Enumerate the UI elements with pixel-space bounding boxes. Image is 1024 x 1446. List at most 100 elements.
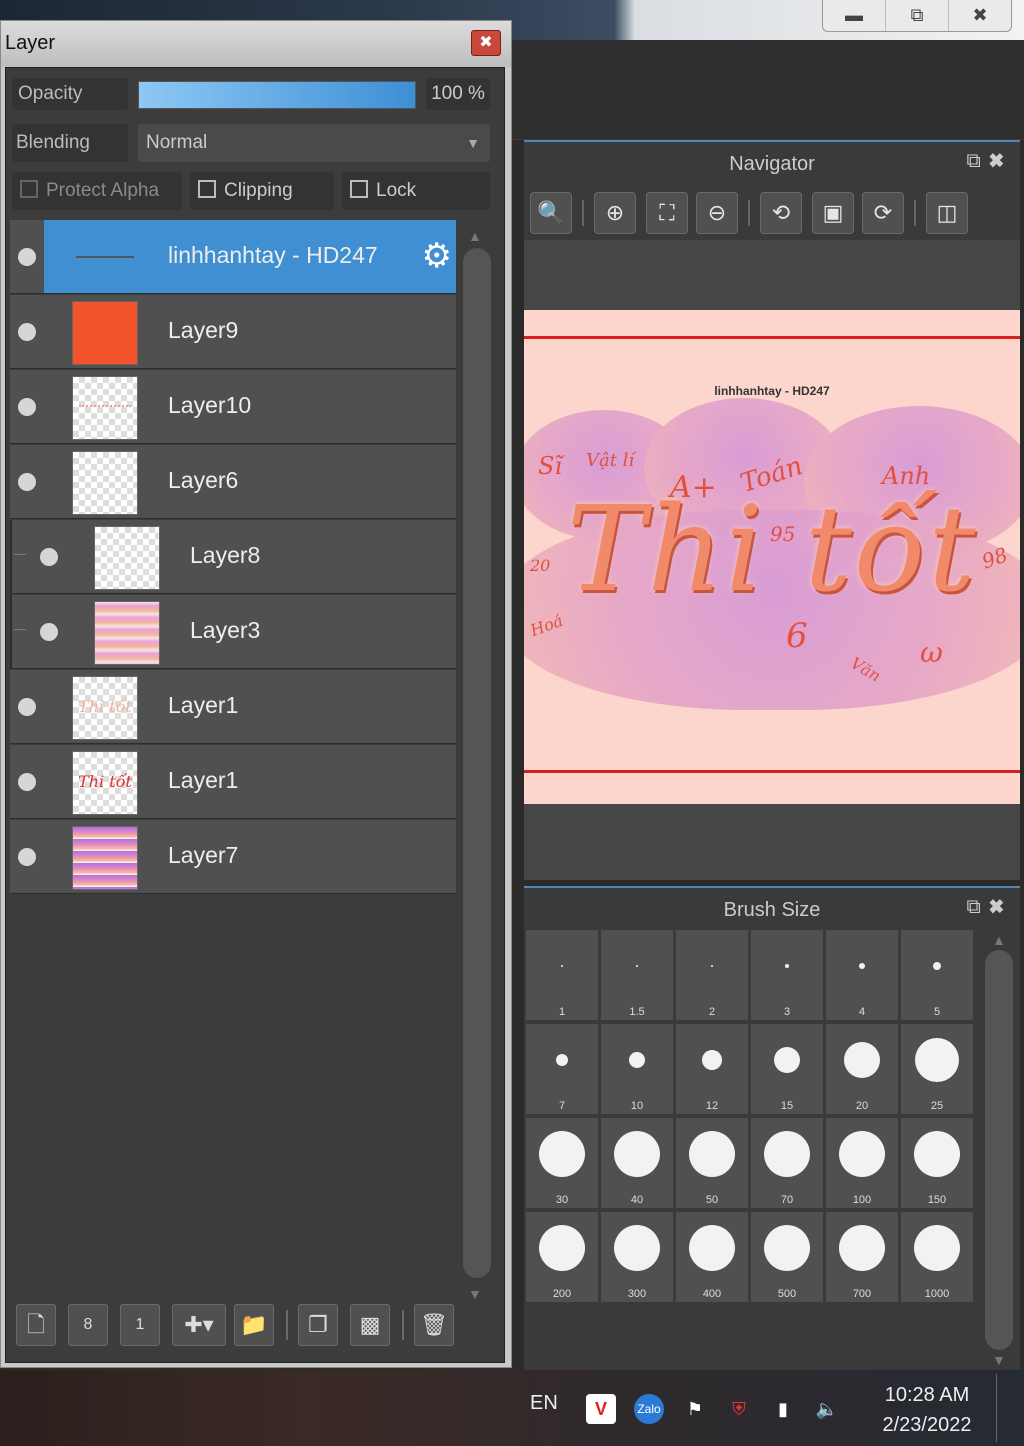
brush-size-option[interactable]: 10 [601,1024,673,1114]
scroll-up-icon[interactable]: ▲ [468,228,482,244]
brush-size-option[interactable]: 20 [826,1024,898,1114]
layer-row[interactable]: linhhanhtay - HD247 ⚙ [10,220,456,294]
opacity-value[interactable]: 100 % [426,78,490,110]
add-layer-dropdown-button[interactable]: ✚▾ [172,1304,226,1346]
layer-row[interactable]: Thi tốt Layer1 [10,745,456,819]
brush-size-option[interactable]: 30 [526,1118,598,1208]
system-clock[interactable]: 10:28 AM 2/23/2022 [868,1380,986,1440]
fit-button[interactable]: ⛶ [646,192,688,234]
layers-scrollbar[interactable]: ▲ ▼ [460,228,494,1302]
new-layer-button[interactable]: 🗋 [16,1304,56,1346]
zoom-out-button[interactable]: ⊖ [696,192,738,234]
network-signal-icon[interactable]: ▮ [768,1394,798,1424]
brush-size-option[interactable]: 150 [901,1118,973,1208]
lock-checkbox[interactable]: Lock [342,172,490,210]
brush-size-option[interactable]: 40 [601,1118,673,1208]
brush-size-option[interactable]: 1 [526,930,598,1020]
delete-layer-button[interactable]: 🗑 [414,1304,454,1346]
rotate-left-button[interactable]: ⟲ [760,192,802,234]
layer-close-button[interactable]: ✖ [471,30,501,56]
zoom-in-button[interactable]: ⊕ [594,192,636,234]
brush-size-label: 300 [627,1288,647,1300]
brush-size-option[interactable]: 4 [826,930,898,1020]
popout-icon[interactable]: ⧉ [966,896,988,918]
minimize-button[interactable]: ▬ [823,0,885,31]
close-button[interactable]: ✖ [948,0,1011,31]
volume-icon[interactable]: 🔈 [812,1394,842,1424]
brush-size-option[interactable]: 5 [901,930,973,1020]
show-desktop-button[interactable] [996,1374,1016,1442]
fullscreen-button[interactable]: ▣ [812,192,854,234]
brush-size-option[interactable]: 2 [676,930,748,1020]
v-antivirus-icon[interactable]: V [586,1394,616,1424]
brush-size-option[interactable]: 700 [826,1212,898,1302]
gear-icon[interactable]: ⚙ [422,236,452,276]
brush-size-option[interactable]: 7 [526,1024,598,1114]
layer-row[interactable]: Layer6 [10,445,456,519]
popout-icon[interactable]: ⧉ [966,150,988,172]
layer-row[interactable]: Layer10 [10,370,456,444]
brush-size-option[interactable]: 50 [676,1118,748,1208]
new-1bit-layer-button[interactable]: 1 [120,1304,160,1346]
brush-size-option[interactable]: 200 [526,1212,598,1302]
layer-thumbnail [72,301,138,365]
layer-titlebar[interactable]: Layer ✖ [1,21,511,67]
brush-size-option[interactable]: 300 [601,1212,673,1302]
zalo-icon[interactable]: Zalo [634,1394,664,1424]
zoom-actual-button[interactable]: 🔍 [530,192,572,234]
layer-thumbnail [72,226,138,290]
scrollbar-thumb[interactable] [463,248,491,1278]
brush-size-option[interactable]: 25 [901,1024,973,1114]
brush-size-label: 70 [780,1194,794,1206]
brush-size-option[interactable]: 12 [676,1024,748,1114]
clipping-checkbox[interactable]: Clipping [190,172,334,210]
close-icon[interactable]: ✖ [989,150,1012,172]
layer-toolbar: 🗋 8 1 ✚▾ 📁 ❐ ▩ 🗑 [14,1298,494,1354]
rotate-right-button[interactable]: ⟳ [862,192,904,234]
visibility-toggle[interactable] [40,548,58,566]
add-layer-dropdown-icon: ✚▾ [184,1312,214,1337]
brush-size-option[interactable]: 400 [676,1212,748,1302]
visibility-toggle[interactable] [18,773,36,791]
visibility-toggle[interactable] [18,323,36,341]
restore-button[interactable]: ⧉ [885,0,948,31]
layer-row[interactable]: Layer3 [10,595,456,669]
opacity-slider[interactable] [138,81,416,109]
layer-row[interactable]: Thi tốt Layer1 [10,670,456,744]
visibility-toggle[interactable] [18,698,36,716]
toolbar-separator [402,1310,404,1340]
visibility-toggle[interactable] [18,473,36,491]
brush-size-option[interactable]: 1000 [901,1212,973,1302]
scroll-up-icon[interactable]: ▲ [992,932,1006,948]
blending-select[interactable]: Normal ▼ [138,124,490,162]
visibility-toggle[interactable] [18,248,36,266]
flip-button[interactable]: ◫ [926,192,968,234]
layer-row[interactable]: Layer7 [10,820,456,894]
close-icon[interactable]: ✖ [989,896,1012,918]
brush-size-option[interactable]: 500 [751,1212,823,1302]
brush-scrollbar[interactable]: ▲ ▼ [984,932,1014,1368]
brush-size-label: 40 [630,1194,644,1206]
merge-layer-button[interactable]: ▩ [350,1304,390,1346]
brush-size-option[interactable]: 100 [826,1118,898,1208]
brush-size-option[interactable]: 70 [751,1118,823,1208]
brush-size-option[interactable]: 15 [751,1024,823,1114]
brush-size-option[interactable]: 1.5 [601,930,673,1020]
brush-size-option[interactable]: 3 [751,930,823,1020]
protect-alpha-checkbox[interactable]: Protect Alpha [12,172,182,210]
visibility-toggle[interactable] [40,623,58,641]
scrollbar-thumb[interactable] [985,950,1013,1350]
language-indicator[interactable]: EN [530,1392,558,1415]
visibility-toggle[interactable] [18,848,36,866]
layer-row[interactable]: Layer9 [10,295,456,369]
flag-icon[interactable]: ⚑ [680,1394,710,1424]
new-8bit-layer-button[interactable]: 8 [68,1304,108,1346]
duplicate-layer-button[interactable]: ❐ [298,1304,338,1346]
brush-dot [933,962,941,970]
layer-row[interactable]: Layer8 [10,520,456,594]
scroll-down-icon[interactable]: ▼ [992,1352,1006,1368]
security-icon[interactable]: ⛨ [724,1394,754,1424]
navigator-view[interactable]: linhhanhtay - HD247 Thi tốt Vật lí A+ To… [524,240,1020,880]
new-folder-button[interactable]: 📁 [234,1304,274,1346]
visibility-toggle[interactable] [18,398,36,416]
